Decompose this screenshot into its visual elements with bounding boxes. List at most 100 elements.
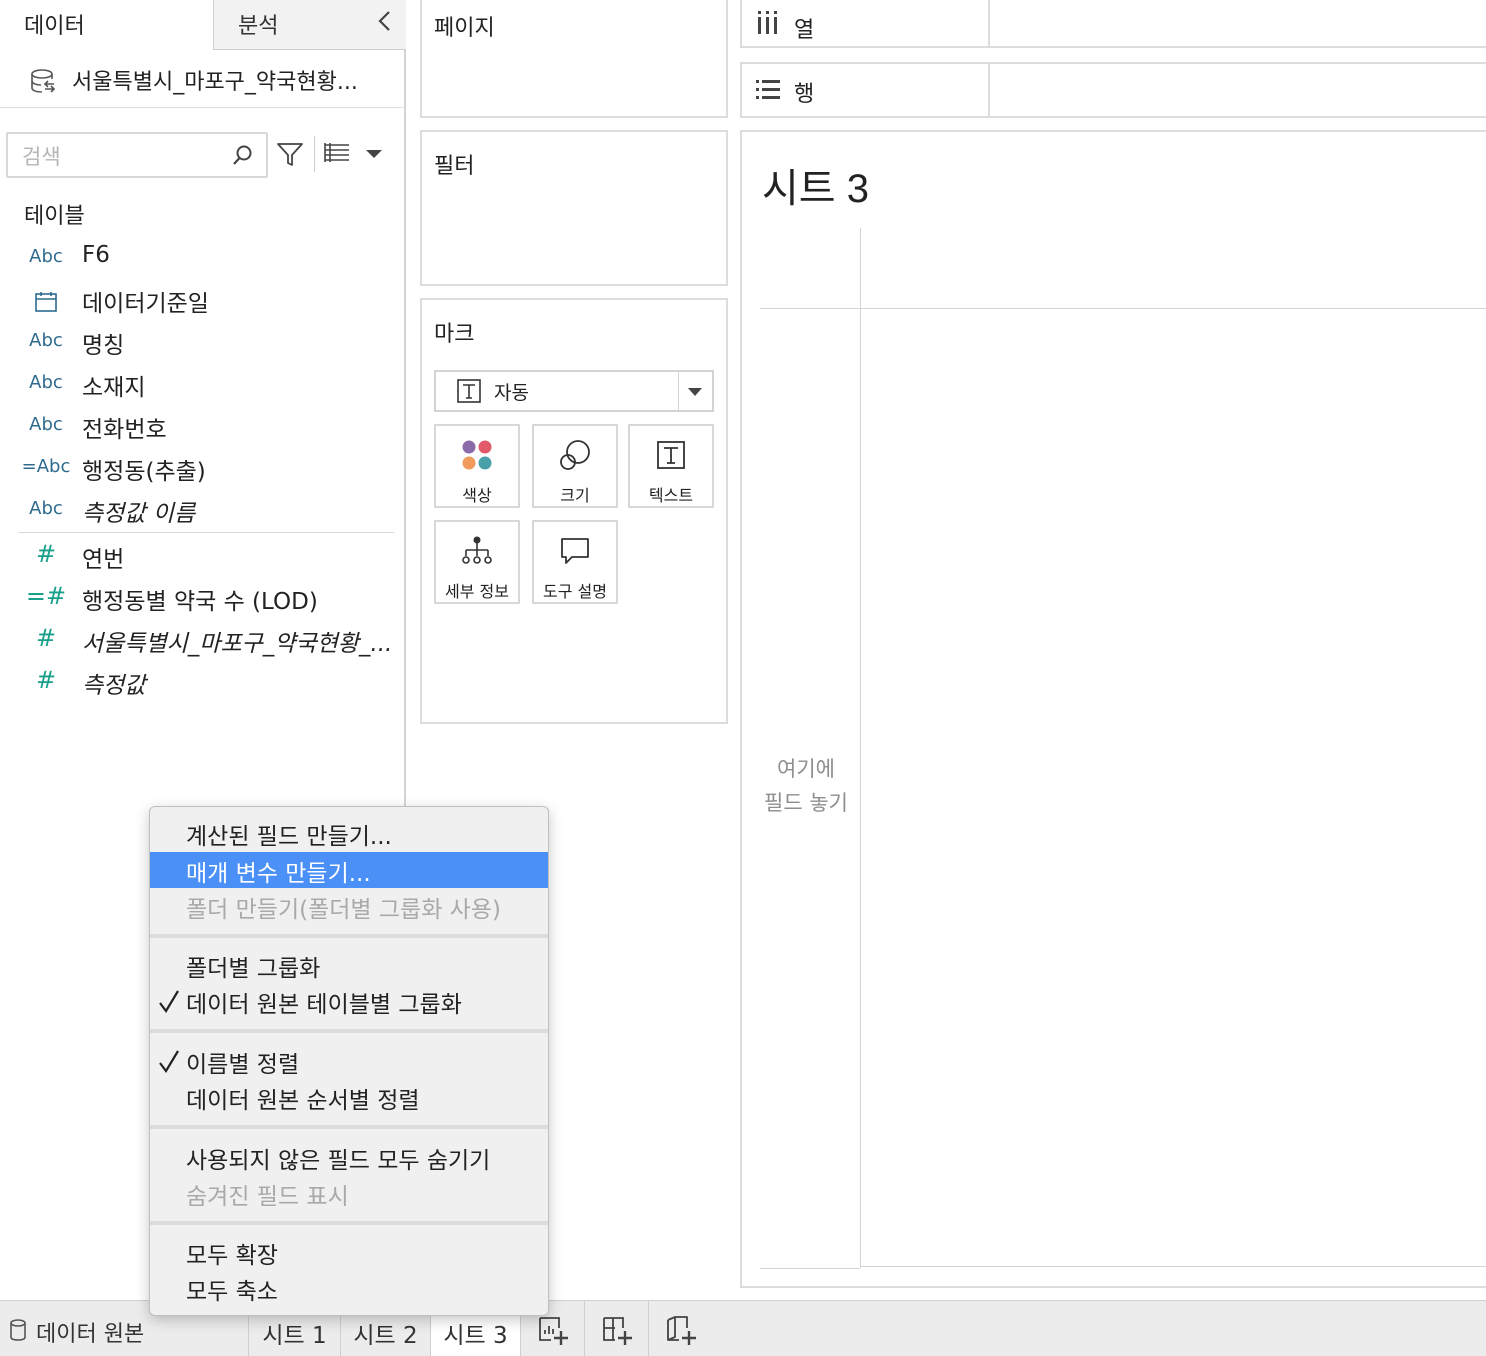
row-header-divider (860, 228, 861, 1268)
field-item-measure-values[interactable]: # 측정값 (18, 664, 394, 704)
columns-shelf[interactable]: 열 (740, 0, 1486, 48)
menu-sort-by-source-order[interactable]: 데이터 원본 순서별 정렬 (150, 1079, 548, 1115)
new-dashboard-icon (603, 1317, 632, 1345)
rows-label: 행 (794, 82, 815, 107)
menu-create-calculated-field[interactable]: 계산된 필드 만들기... (150, 815, 548, 851)
field-item-phone[interactable]: Abc 전화번호 (18, 408, 394, 448)
checkmark-icon (159, 990, 179, 1013)
marks-color-button[interactable]: 색상 (434, 424, 520, 508)
menu-separator (150, 1221, 548, 1225)
number-type-icon: # (35, 540, 57, 568)
menu-collapse-all[interactable]: 모두 축소 (150, 1270, 548, 1306)
field-item-lod[interactable]: =# 행정동별 약국 수 (LOD) (18, 580, 394, 620)
field-label: 측정값 (82, 673, 146, 699)
field-item-date[interactable]: 데이터기준일 (18, 282, 394, 322)
menu-separator (150, 934, 548, 938)
toolbar-separator (314, 136, 315, 172)
data-source-tab-label: 데이터 원본 (36, 1322, 145, 1347)
bottom-divider (760, 1268, 860, 1269)
marks-card: 마크 (420, 298, 728, 724)
pages-title: 페이지 (434, 16, 495, 41)
field-label: 행정동(추출) (82, 459, 206, 485)
color-dot (478, 440, 492, 454)
field-item-f6[interactable]: Abc F6 (18, 240, 394, 280)
marks-title: 마크 (434, 322, 475, 347)
field-label: 측정값 이름 (82, 501, 196, 527)
menu-separator (150, 1125, 548, 1129)
worksheet-view[interactable] (740, 130, 1486, 1288)
size-icon (560, 440, 590, 470)
new-worksheet-icon (539, 1317, 568, 1345)
field-item-serial[interactable]: # 연번 (18, 538, 394, 578)
pages-shelf[interactable]: 페이지 (420, 0, 728, 118)
field-item-count[interactable]: # 서울특별시_마포구_약국현황_... (18, 622, 394, 662)
color-dot (462, 456, 476, 470)
text-label: 텍스트 (648, 486, 694, 505)
data-source-icon (31, 69, 56, 93)
color-icon (462, 440, 492, 470)
field-item-district-calc[interactable]: =Abc 행정동(추출) (18, 450, 394, 490)
tables-header: 테이블 (24, 204, 85, 229)
new-story-button[interactable] (648, 1300, 712, 1356)
filters-shelf[interactable]: 필터 (420, 130, 728, 286)
marks-size-button[interactable]: 크기 (532, 424, 618, 508)
caret-down-icon[interactable] (362, 144, 386, 164)
data-source-name[interactable]: 서울특별시_마포구_약국현황... (72, 64, 358, 96)
field-label: 전화번호 (82, 417, 167, 443)
field-label: 서울특별시_마포구_약국현황_... (82, 631, 393, 657)
chevron-left-icon[interactable] (372, 8, 398, 34)
calculated-string-type-icon: =Abc (21, 456, 71, 477)
number-type-icon: # (35, 666, 57, 694)
menu-hide-unused-fields[interactable]: 사용되지 않은 필드 모두 숨기기 (150, 1139, 548, 1175)
caret-down-icon[interactable] (684, 384, 706, 400)
tab-data[interactable]: 데이터 (0, 0, 213, 50)
string-type-icon: Abc (29, 372, 63, 393)
menu-separator (150, 1029, 548, 1033)
calendar-icon (35, 292, 57, 312)
size-label: 크기 (560, 486, 590, 505)
view-list-icon[interactable] (322, 140, 352, 168)
string-type-icon: Abc (29, 498, 63, 519)
field-item-name[interactable]: Abc 명칭 (18, 324, 394, 364)
menu-expand-all[interactable]: 모두 확장 (150, 1234, 548, 1270)
new-story-icon (667, 1316, 696, 1345)
string-type-icon: Abc (29, 246, 63, 267)
menu-sort-by-name[interactable]: 이름별 정렬 (150, 1043, 548, 1079)
search-placeholder: 검색 (22, 145, 61, 169)
menu-item-label: 이름별 정렬 (186, 1052, 300, 1078)
tooltip-icon (561, 538, 589, 564)
drop-hint-line: 필드 놓기 (764, 791, 848, 815)
drop-field-hint[interactable]: 여기에 필드 놓기 (760, 752, 852, 820)
menu-group-by-table[interactable]: 데이터 원본 테이블별 그룹화 (150, 983, 548, 1019)
color-dot (478, 456, 492, 470)
sheet-title[interactable]: 시트 3 (762, 156, 869, 214)
rows-shelf-label: 행 (742, 64, 990, 116)
string-type-icon: Abc (29, 330, 63, 351)
menu-show-hidden-fields: 숨겨진 필드 표시 (186, 1184, 349, 1210)
marks-text-button[interactable]: 텍스트 (628, 424, 714, 508)
column-header-divider (760, 308, 1486, 309)
marks-tooltip-button[interactable]: 도구 설명 (532, 520, 618, 604)
rows-shelf[interactable]: 행 (740, 62, 1486, 118)
new-dashboard-button[interactable] (584, 1300, 648, 1356)
filter-icon[interactable] (274, 138, 306, 170)
field-label: 소재지 (82, 375, 146, 401)
string-type-icon: Abc (29, 414, 63, 435)
database-icon (10, 1319, 26, 1341)
dropdown-separator (678, 372, 679, 410)
menu-group-by-folder[interactable]: 폴더별 그룹화 (150, 947, 548, 983)
field-label: 연번 (82, 547, 125, 573)
field-item-address[interactable]: Abc 소재지 (18, 366, 394, 406)
search-icon[interactable] (230, 142, 256, 168)
detail-icon (462, 536, 492, 564)
columns-shelf-label: 열 (742, 0, 990, 46)
color-dot (462, 440, 476, 454)
color-label: 색상 (462, 486, 492, 505)
data-pane-context-menu: 계산된 필드 만들기... 매개 변수 만들기... 폴더 만들기(폴더별 그룹… (149, 806, 549, 1316)
field-label: 행정동별 약국 수 (LOD) (82, 589, 318, 615)
menu-create-parameter[interactable]: 매개 변수 만들기... (150, 852, 548, 888)
field-item-measure-names[interactable]: Abc 측정값 이름 (18, 492, 394, 532)
menu-item-label: 데이터 원본 테이블별 그룹화 (186, 992, 462, 1018)
marks-detail-button[interactable]: 세부 정보 (434, 520, 520, 604)
number-type-icon: # (35, 624, 57, 652)
